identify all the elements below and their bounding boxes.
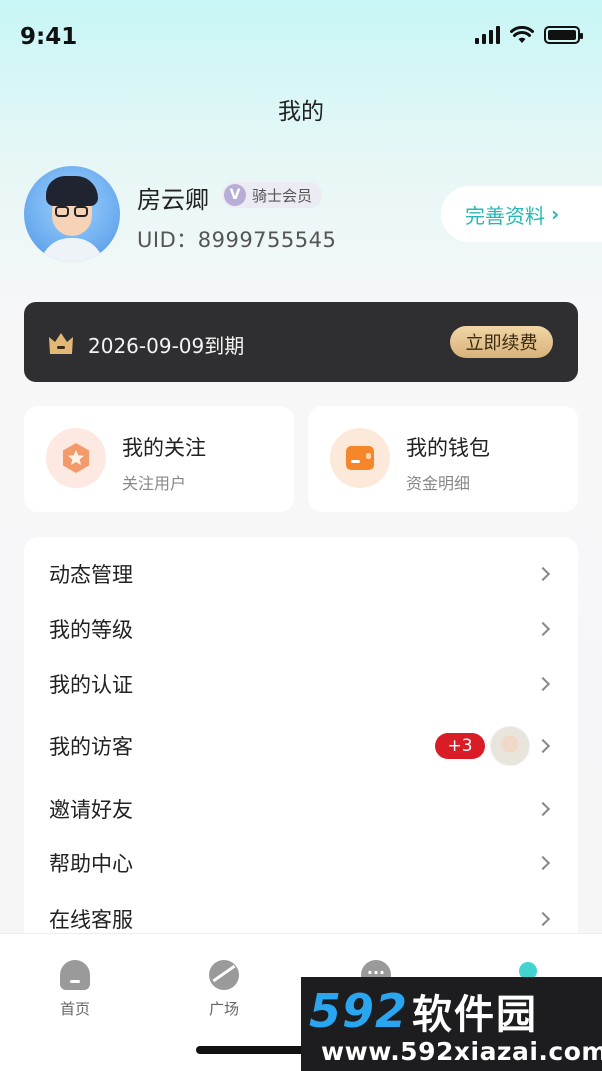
watermark-logo-number: 592 bbox=[309, 984, 409, 1038]
menu-item-label: 我的访客 bbox=[49, 735, 133, 759]
planet-icon bbox=[209, 960, 239, 990]
menu-item-label: 动态管理 bbox=[49, 563, 133, 587]
menu-item-invite[interactable]: 邀请好友 bbox=[24, 782, 578, 836]
chevron-right-icon bbox=[535, 738, 551, 754]
renew-button[interactable]: 立即续费 bbox=[450, 326, 553, 358]
site-watermark: 592 软件园 www.592xiazai.com bbox=[301, 977, 602, 1071]
chevron-right-icon bbox=[535, 676, 551, 692]
member-badge-label: 骑士会员 bbox=[252, 186, 313, 205]
wallet-icon bbox=[330, 428, 390, 488]
chevron-right-icon bbox=[535, 621, 551, 637]
profile-name: 房云卿 bbox=[137, 186, 209, 214]
vip-v-icon: V bbox=[224, 184, 246, 206]
watermark-logo: 592 软件园 bbox=[309, 984, 599, 1038]
visitor-count-badge: +3 bbox=[435, 733, 485, 759]
chevron-right-icon bbox=[535, 855, 551, 871]
card-subtitle: 关注用户 bbox=[122, 474, 187, 493]
my-follows-card[interactable]: 我的关注 关注用户 bbox=[24, 406, 294, 512]
signal-icon bbox=[475, 26, 500, 44]
complete-profile-button[interactable]: 完善资料 › bbox=[441, 186, 602, 242]
tab-label: 广场 bbox=[208, 1000, 239, 1018]
chevron-right-icon bbox=[535, 566, 551, 582]
status-time: 9:41 bbox=[20, 24, 78, 50]
tab-home[interactable]: 首页 bbox=[35, 954, 115, 1019]
menu-item-level[interactable]: 我的等级 bbox=[24, 602, 578, 656]
menu-item-label: 邀请好友 bbox=[49, 798, 133, 822]
page-title: 我的 bbox=[278, 99, 324, 125]
chevron-right-icon bbox=[535, 801, 551, 817]
menu-item-verification[interactable]: 我的认证 bbox=[24, 657, 578, 711]
star-icon bbox=[46, 428, 106, 488]
status-bar: 9:41 bbox=[0, 0, 602, 74]
home-icon bbox=[60, 960, 90, 990]
menu-item-visitors[interactable]: 我的访客 +3 bbox=[24, 719, 578, 773]
watermark-logo-text: 软件园 bbox=[412, 992, 539, 1038]
menu-item-label: 我的认证 bbox=[49, 673, 133, 697]
status-icons bbox=[475, 26, 583, 44]
crown-icon bbox=[49, 333, 73, 354]
chevron-right-icon: › bbox=[551, 202, 560, 226]
complete-profile-label: 完善资料 bbox=[465, 203, 545, 228]
menu-item-label: 我的等级 bbox=[49, 618, 133, 642]
avatar[interactable] bbox=[24, 166, 120, 262]
menu-item-label: 在线客服 bbox=[49, 908, 133, 932]
card-title: 我的关注 bbox=[122, 436, 206, 460]
menu-item-help[interactable]: 帮助中心 bbox=[24, 836, 578, 890]
tab-square[interactable]: 广场 bbox=[184, 954, 264, 1019]
user-uid: UID：8999755545 bbox=[137, 228, 337, 252]
menu-item-posts[interactable]: 动态管理 bbox=[24, 547, 578, 601]
chevron-right-icon bbox=[535, 911, 551, 927]
visitor-avatar bbox=[490, 726, 530, 766]
tab-label: 首页 bbox=[59, 1000, 90, 1018]
settings-menu: 动态管理 我的等级 我的认证 我的访客 +3 邀请好友 帮助中心 在线客服 bbox=[24, 537, 578, 957]
menu-item-label: 帮助中心 bbox=[49, 852, 133, 876]
card-title: 我的钱包 bbox=[406, 436, 490, 460]
my-wallet-card[interactable]: 我的钱包 资金明细 bbox=[308, 406, 578, 512]
membership-bar: 2026-09-09到期 立即续费 bbox=[24, 302, 578, 382]
watermark-url: www.592xiazai.com bbox=[321, 1037, 602, 1066]
card-subtitle: 资金明细 bbox=[406, 474, 471, 493]
battery-icon bbox=[544, 26, 583, 44]
membership-expire-date: 2026-09-09到期 bbox=[88, 334, 245, 358]
wifi-icon bbox=[510, 26, 534, 43]
member-badge: V 骑士会员 bbox=[222, 182, 323, 208]
